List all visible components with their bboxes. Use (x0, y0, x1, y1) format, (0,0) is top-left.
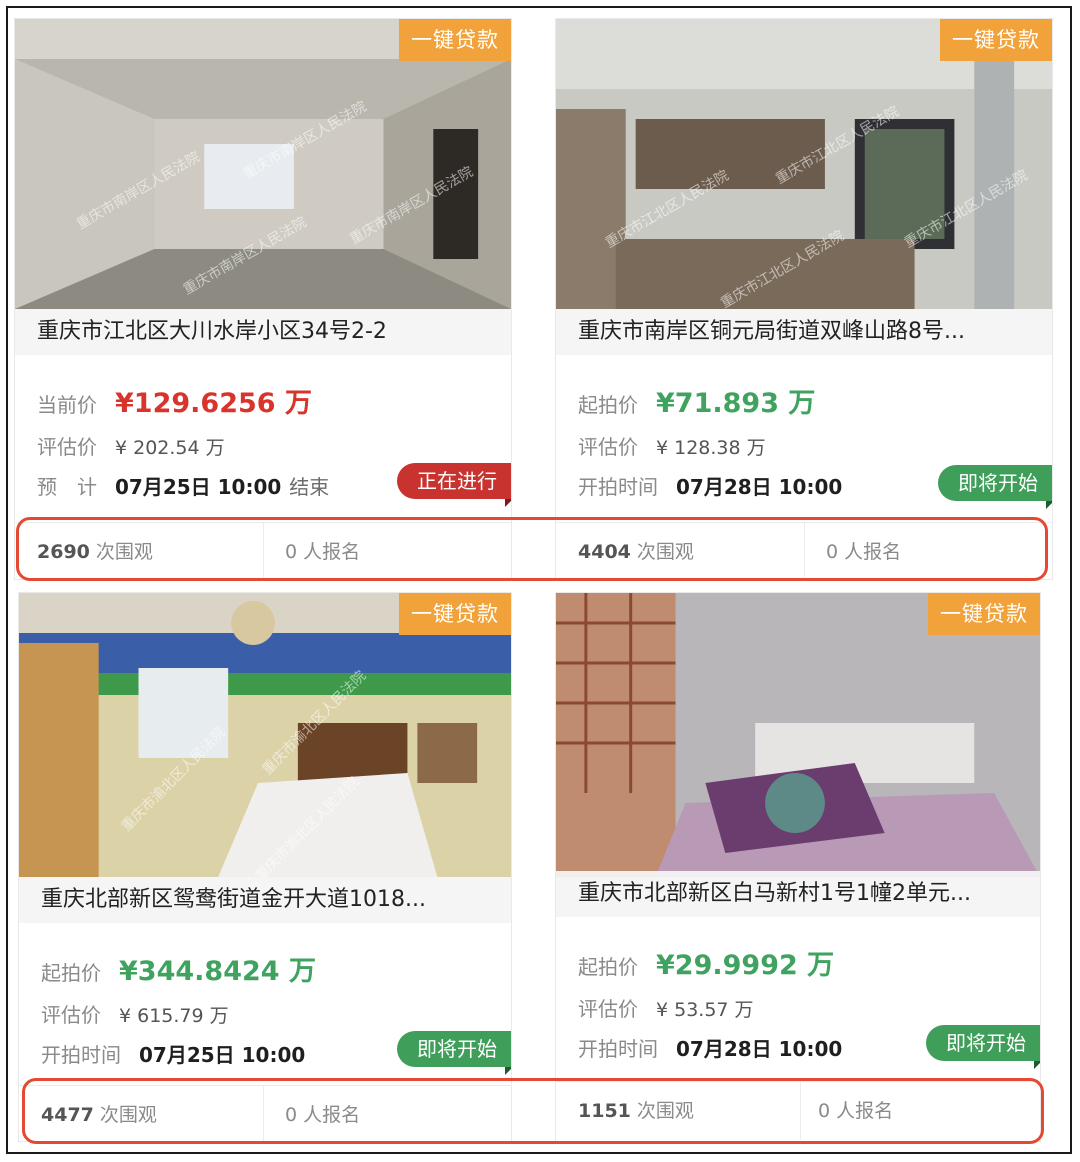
starting-price: ¥71.893 万 (656, 388, 816, 419)
listing-title[interactable]: 重庆北部新区鸳鸯街道金开大道1018... (19, 877, 511, 923)
time-label: 开拍时间 (41, 1043, 121, 1067)
listing-card[interactable]: 一键贷款 重庆市北部新区白马新村1号1幢2单元... 起拍价 ¥29.9992 万… (555, 592, 1041, 1142)
stats-highlight-box (22, 1078, 1044, 1144)
auction-time: 07月28日 10:00 (676, 475, 843, 499)
estimate-label: 评估价 (578, 435, 638, 459)
property-photo-image: 重庆市江北区人民法院 重庆市江北区人民法院 重庆市江北区人民法院 重庆市江北区人… (556, 19, 1052, 309)
property-photo-image: 重庆市南岸区人民法院 重庆市南岸区人民法院 重庆市南岸区人民法院 重庆市南岸区人… (15, 19, 511, 309)
loan-badge[interactable]: 一键贷款 (399, 593, 511, 635)
starting-price: ¥29.9992 万 (656, 950, 835, 981)
estimate-value: ¥ 615.79 万 (119, 1005, 229, 1027)
auction-time: 07月25日 10:00 (115, 475, 282, 499)
property-photo[interactable]: 重庆市渝北区人民法院 重庆市渝北区人民法院 重庆市渝北区人民法院 一键贷款 (19, 593, 511, 877)
listing-card[interactable]: 重庆市渝北区人民法院 重庆市渝北区人民法院 重庆市渝北区人民法院 一键贷款 重庆… (18, 592, 512, 1142)
status-badge: 正在进行 (397, 463, 511, 507)
listing-card[interactable]: 重庆市江北区人民法院 重庆市江北区人民法院 重庆市江北区人民法院 重庆市江北区人… (555, 18, 1053, 580)
price-label: 当前价 (37, 393, 97, 417)
time-label: 开拍时间 (578, 475, 658, 499)
price-label: 起拍价 (578, 955, 638, 979)
listing-title[interactable]: 重庆市北部新区白马新村1号1幢2单元... (556, 871, 1040, 917)
price-label: 起拍价 (41, 961, 101, 985)
auction-time: 07月25日 10:00 (139, 1043, 306, 1067)
time-label: 预 计 (37, 475, 97, 499)
loan-badge[interactable]: 一键贷款 (399, 19, 511, 61)
status-badge: 即将开始 (926, 1025, 1040, 1069)
time-label: 开拍时间 (578, 1037, 658, 1061)
estimate-label: 评估价 (578, 997, 638, 1021)
estimate-value: ¥ 53.57 万 (656, 999, 754, 1021)
property-photo-image: 重庆市渝北区人民法院 重庆市渝北区人民法院 重庆市渝北区人民法院 (19, 593, 511, 877)
starting-price: ¥344.8424 万 (119, 956, 316, 987)
price-label: 起拍价 (578, 393, 638, 417)
estimate-value: ¥ 202.54 万 (115, 437, 225, 459)
loan-badge[interactable]: 一键贷款 (928, 593, 1040, 635)
status-badge: 即将开始 (938, 465, 1052, 509)
listing-title[interactable]: 重庆市江北区大川水岸小区34号2-2 (15, 309, 511, 355)
estimate-label: 评估价 (37, 435, 97, 459)
status-badge: 即将开始 (397, 1031, 511, 1075)
property-photo-image (556, 593, 1040, 877)
loan-badge[interactable]: 一键贷款 (940, 19, 1052, 61)
estimate-label: 评估价 (41, 1003, 101, 1027)
current-price: ¥129.6256 万 (115, 388, 312, 419)
time-suffix: 结束 (289, 475, 330, 499)
estimate-value: ¥ 128.38 万 (656, 437, 766, 459)
property-photo[interactable]: 重庆市江北区人民法院 重庆市江北区人民法院 重庆市江北区人民法院 重庆市江北区人… (556, 19, 1052, 309)
listing-card[interactable]: 重庆市南岸区人民法院 重庆市南岸区人民法院 重庆市南岸区人民法院 重庆市南岸区人… (14, 18, 512, 580)
auction-time: 07月28日 10:00 (676, 1037, 843, 1061)
property-photo[interactable]: 一键贷款 (556, 593, 1040, 877)
stats-highlight-box (16, 517, 1048, 581)
listing-title[interactable]: 重庆市南岸区铜元局街道双峰山路8号... (556, 309, 1052, 355)
property-photo[interactable]: 重庆市南岸区人民法院 重庆市南岸区人民法院 重庆市南岸区人民法院 重庆市南岸区人… (15, 19, 511, 309)
